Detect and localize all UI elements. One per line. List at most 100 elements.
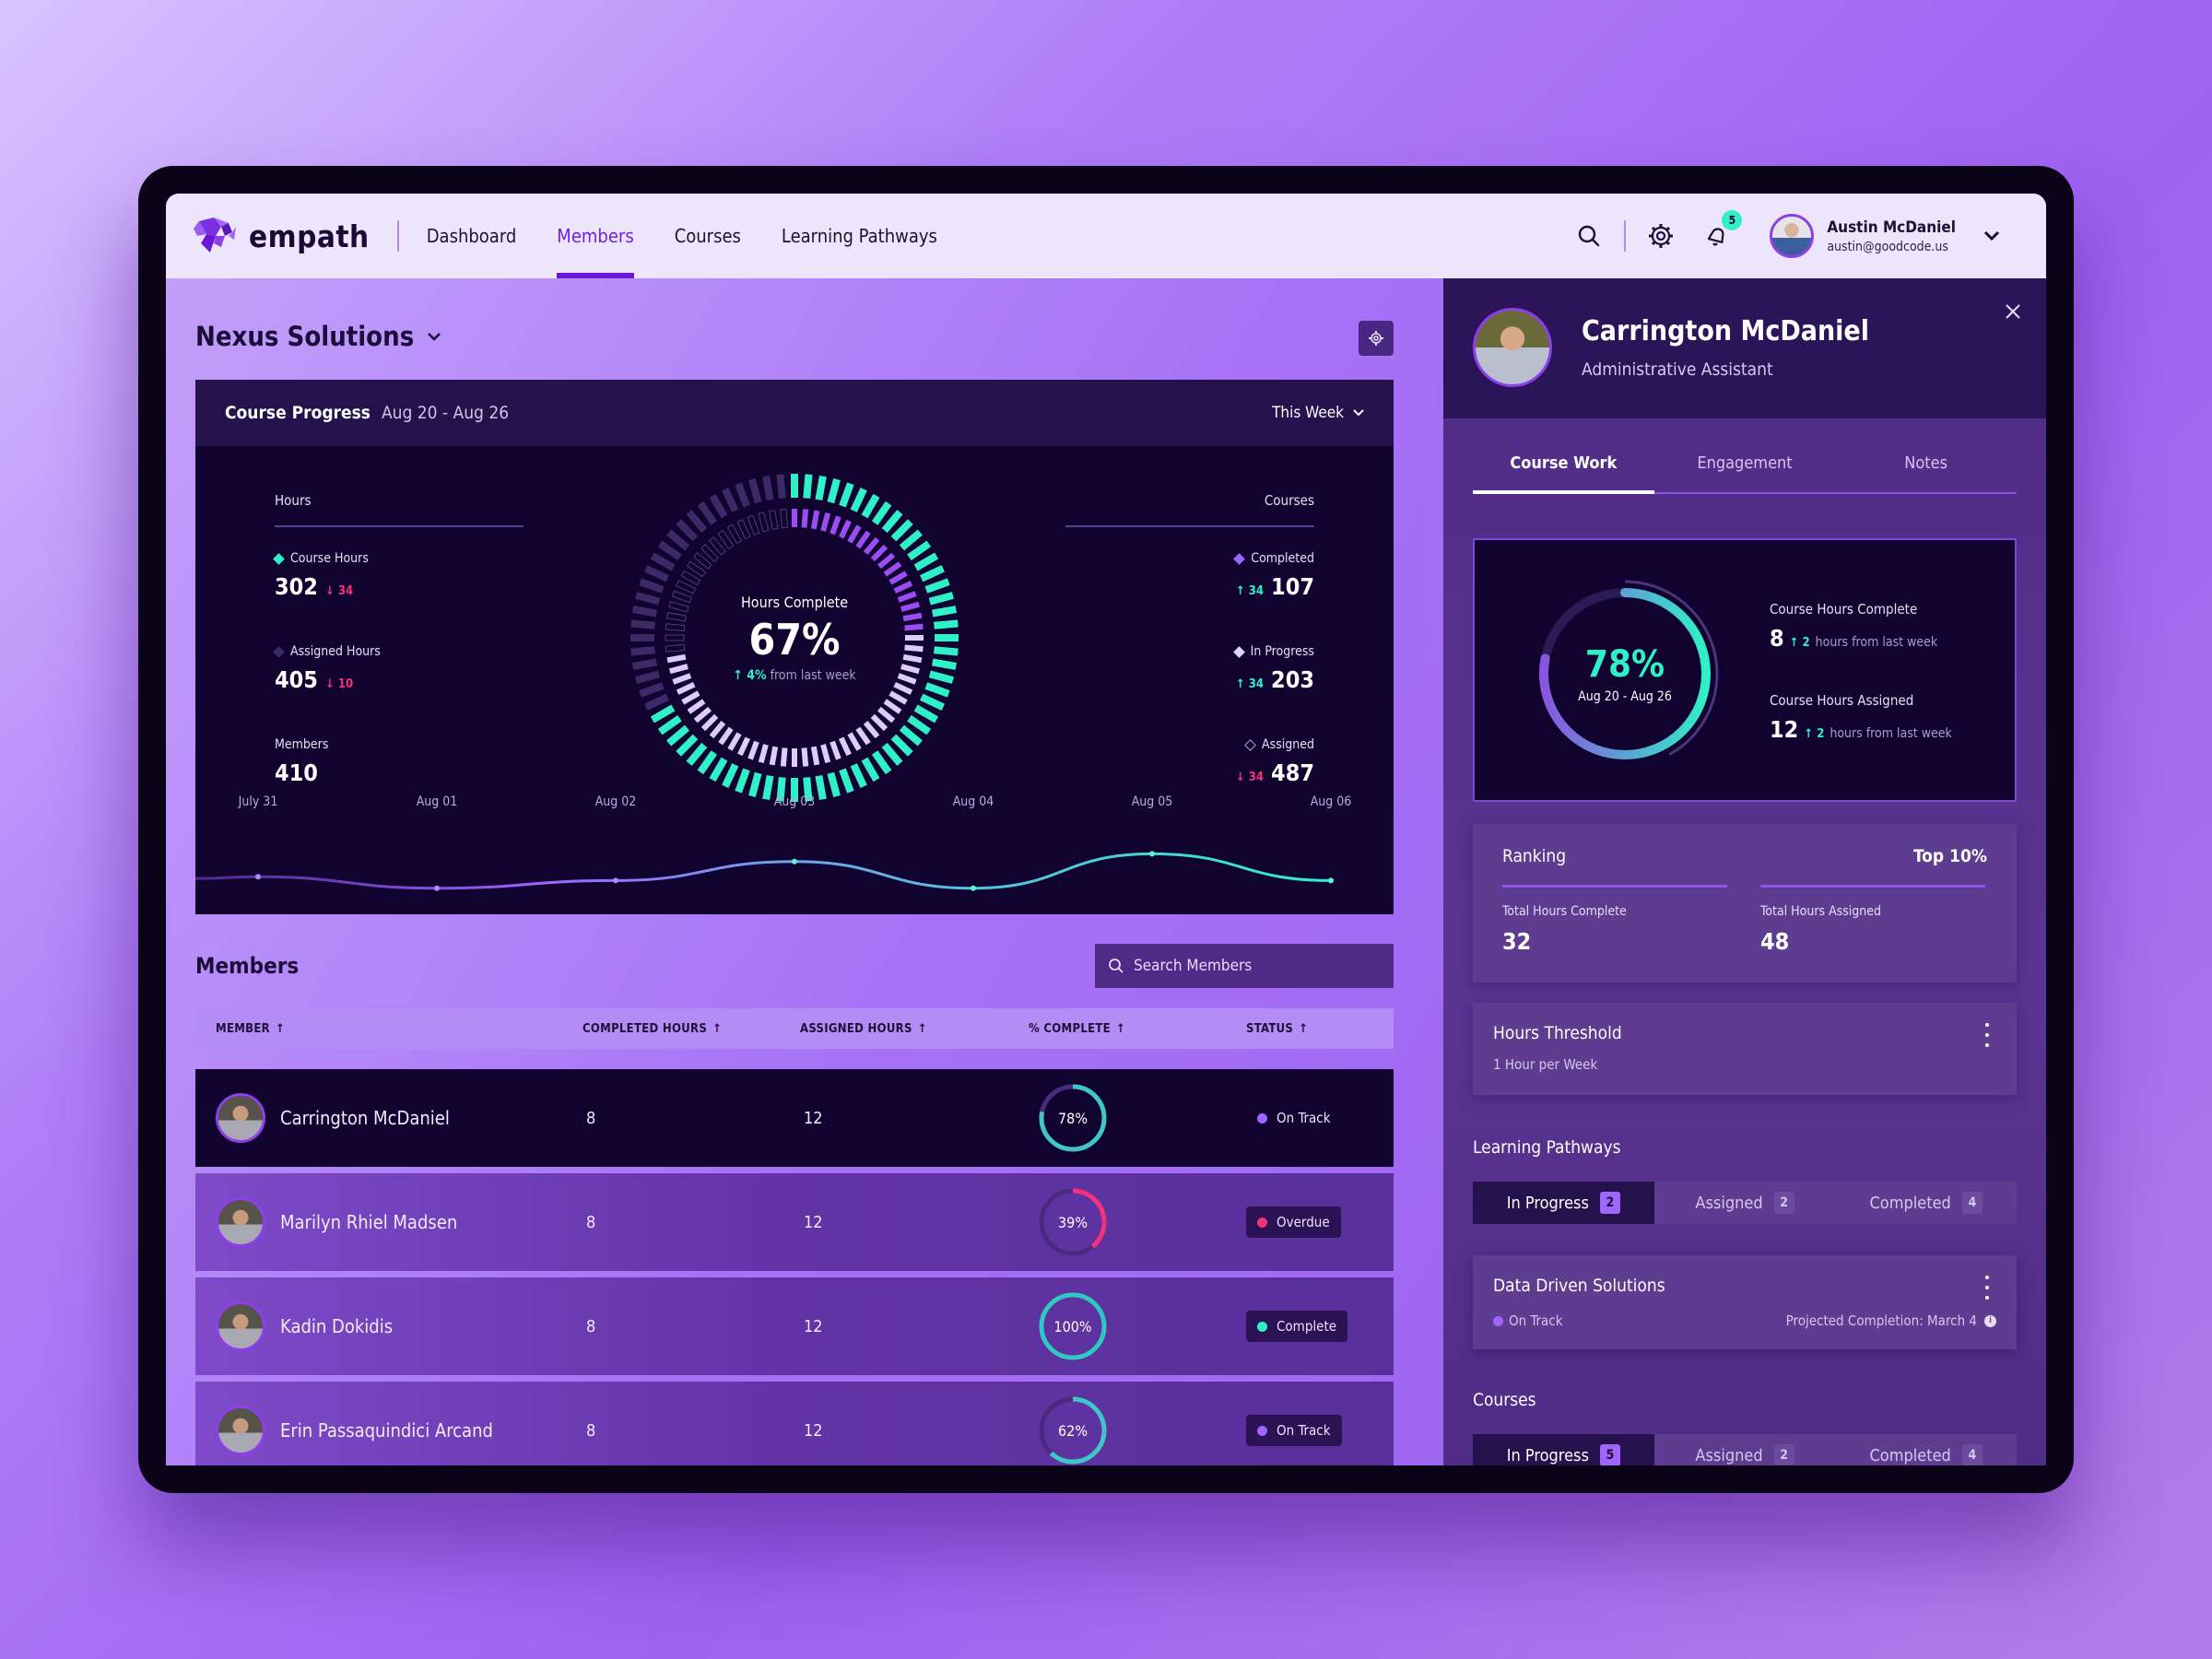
donut-change: ↑ 4% from last week [733,667,856,683]
status-dot [1257,1321,1267,1332]
company-selector[interactable]: Nexus Solutions [195,321,441,352]
card-header: Course Progress Aug 20 - Aug 26 This Wee… [195,380,1394,446]
delta-up: ↑ 34 [1235,677,1265,691]
courses-tabs: In Progress 5 Assigned 2 Completed 4 [1473,1434,2017,1465]
more-vertical-icon[interactable] [1978,1023,1996,1047]
sort-up-icon: ↑ [917,1021,927,1036]
x-tick-label: Aug 04 [952,794,994,809]
learning-pathways-tabs: In Progress 2 Assigned 2 Completed 4 [1473,1182,2017,1224]
delta-up: ↑ 34 [1235,584,1265,598]
diamond-icon [273,645,285,658]
more-vertical-icon[interactable] [1978,1276,1996,1300]
range-dropdown[interactable]: This Week [1272,404,1364,422]
status-badge: On Track [1246,1415,1342,1446]
company-settings-button[interactable] [1359,321,1394,356]
donut-label: Hours Complete [740,593,849,611]
status-badge: On Track [1246,1102,1342,1134]
search-members-input[interactable]: Search Members [1095,944,1394,988]
member-role: Administrative Assistant [1582,359,1773,380]
hours-timeline-chart: July 31 Aug 01 Aug 02 Aug 03 Aug 04 Aug 05 Aug… [194,794,1394,914]
x-tick-label: Aug 06 [1310,794,1352,809]
courses-tab-in-progress[interactable]: In Progress 5 [1473,1434,1654,1465]
percent-complete-ring: 62% [1036,1394,1110,1465]
column-status[interactable]: STATUS ↑ [1246,1022,1308,1036]
courses-tab-completed[interactable]: Completed 4 [1835,1434,2017,1465]
lp-tab-assigned[interactable]: Assigned 2 [1654,1182,1836,1224]
hours-title: Hours [275,492,524,527]
member-name: Kadin Dokidis [280,1315,394,1337]
search-placeholder: Search Members [1134,957,1253,975]
member-detail-panel: Carrington McDaniel Administrative Assis… [1443,278,2046,1465]
nav-courses[interactable]: Courses [675,194,741,278]
close-icon[interactable] [2000,299,2026,324]
date-range: Aug 20 - Aug 26 [381,403,510,423]
member-cell: Marilyn Rhiel Madsen [216,1197,457,1247]
percent-complete-ring: 39% [1036,1185,1110,1259]
courses-tab-assigned[interactable]: Assigned 2 [1654,1434,1836,1465]
lp-tab-in-progress[interactable]: In Progress 2 [1473,1182,1654,1224]
column-assigned-hours[interactable]: ASSIGNED HOURS ↑ [800,1022,927,1036]
column-percent-complete[interactable]: % COMPLETE ↑ [1029,1022,1125,1036]
count-badge: 2 [1599,1192,1620,1214]
nav-members[interactable]: Members [557,194,635,278]
company-name: Nexus Solutions [195,321,415,352]
member-cell: Carrington McDaniel [216,1093,450,1143]
nav-learning-pathways[interactable]: Learning Pathways [782,194,937,278]
stat-label: Members [275,737,329,752]
member-avatar [216,1197,265,1247]
series-line [194,852,1332,890]
x-tick-label: Aug 03 [773,794,816,809]
count-badge: 2 [1773,1444,1794,1465]
completed-hours: 8 [586,1316,596,1336]
sort-up-icon: ↑ [712,1021,723,1036]
tab-engagement[interactable]: Engagement [1654,453,1836,492]
x-tick-label: Aug 05 [1131,794,1173,809]
pathway-title: Data Driven Solutions [1493,1276,1665,1296]
nav-divider [396,220,399,252]
total-complete-value: 32 [1502,928,1532,955]
stat-assigned: Assigned ↓ 34 487 [1065,737,1314,786]
x-tick-label: Aug 01 [416,794,458,809]
delta-down: ↓ 34 [324,584,354,598]
range-label: This Week [1272,404,1344,422]
hours-complete-label: Course Hours Complete [1770,601,1918,618]
courses-title: Courses [1065,492,1314,527]
pathway-item[interactable]: Data Driven Solutions On Track Projected… [1473,1255,2017,1349]
info-icon[interactable]: i [1984,1314,1996,1327]
donut-value: 67% [748,614,841,665]
diamond-outline-icon [1244,738,1256,751]
column-member[interactable]: MEMBER ↑ [216,1022,285,1036]
hours-complete-donut: Hours Complete 67% ↑ 4% from last week [629,472,960,804]
table-row[interactable]: Kadin Dokidis 8 12 100% Complete [195,1277,1394,1375]
notifications-button[interactable]: 5 [1700,210,1743,253]
column-completed-hours[interactable]: COMPLETED HOURS ↑ [582,1022,722,1036]
table-row[interactable]: Erin Passaquindici Arcand 8 12 62% On Track [195,1382,1394,1465]
count-badge: 5 [1599,1444,1620,1465]
course-progress-card: Course Progress Aug 20 - Aug 26 This Wee… [194,380,1394,914]
search-icon [1579,225,1600,247]
threshold-title: Hours Threshold [1493,1023,1622,1043]
diamond-icon [1232,645,1245,658]
table-row[interactable]: Carrington McDaniel 8 12 78% On Track [195,1069,1394,1167]
panel-header: Carrington McDaniel Administrative Assis… [1443,278,2046,418]
stat-value: 203 [1271,666,1314,693]
table-row[interactable]: Marilyn Rhiel Madsen 8 12 39% Overdue [195,1173,1394,1271]
lp-tab-completed[interactable]: Completed 4 [1835,1182,2017,1224]
stat-course-hours: Course Hours 302 ↓ 34 [273,551,524,600]
stat-label: In Progress [1250,644,1314,659]
data-point [434,885,440,891]
stat-value: 107 [1271,573,1314,600]
search-button[interactable] [1572,219,1606,253]
hours-stats: Hours Course Hours 302 ↓ 34 Assigned Hour… [273,492,524,786]
brand-logo[interactable]: empath [194,216,370,256]
tab-notes[interactable]: Notes [1835,453,2017,492]
timeline-svg [194,851,1334,891]
user-menu[interactable]: Austin McDaniel austin@goodcode.us [1770,214,2000,258]
tab-course-work[interactable]: Course Work [1473,453,1654,494]
delta-up: ↑ 2 [1789,636,1810,650]
status-badge: Complete [1246,1311,1348,1342]
member-name: Carrington McDaniel [280,1107,450,1129]
settings-button[interactable] [1644,219,1677,253]
nav-dashboard[interactable]: Dashboard [427,194,517,278]
app-screen: empath Dashboard Members Courses Learnin… [166,194,2046,1465]
